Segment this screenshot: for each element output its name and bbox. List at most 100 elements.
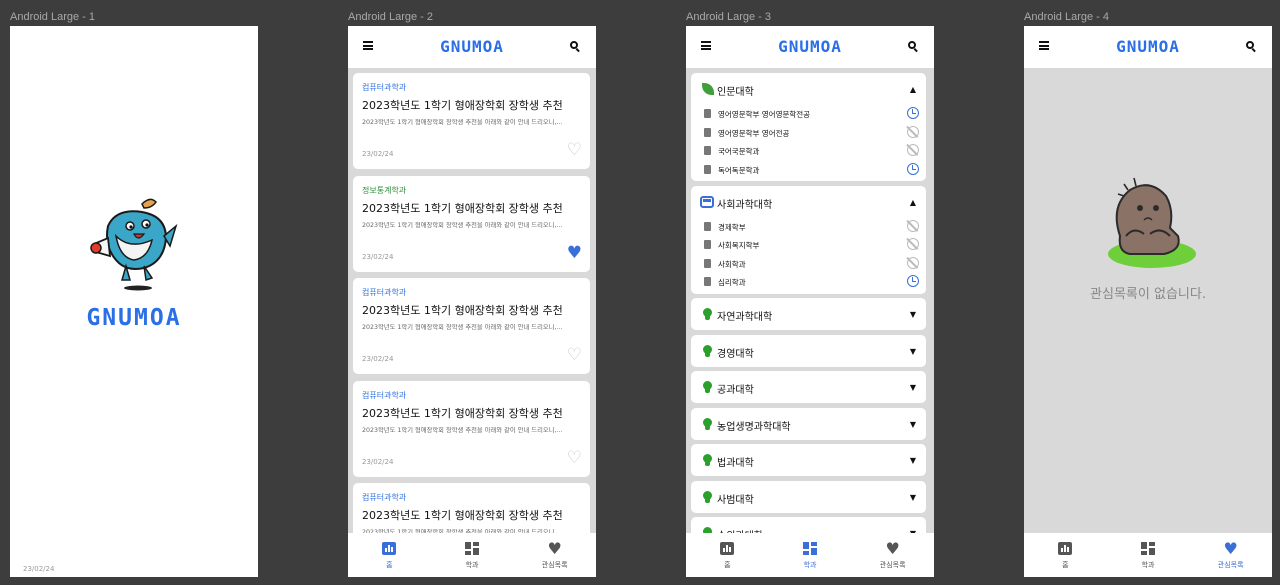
favorites-screen: GNUMOA 관심목록이 없습니다. 홈 학과 ♥ 관심목록 [1024,26,1272,577]
college-header[interactable]: 사범대학 ▼ [691,481,926,513]
heart-icon[interactable]: ♡ [567,142,582,159]
tab-favorites[interactable]: ♥ 관심목록 [1189,533,1272,577]
tab-home[interactable]: 홈 [1024,533,1107,577]
college-item[interactable]: 사회과학대학 ▲ 경제학부사회복지학부사회학과심리학과 [691,185,926,294]
college-item[interactable]: 수의과대학▼ [691,517,926,533]
department-item[interactable]: 사회복지학부 [691,236,926,255]
notice-card[interactable]: 정보통계학과 2023학년도 1학기 형애장학회 장학생 추천 2023학년도 1학… [353,175,590,272]
tab-dept-label: 학과 [1141,561,1155,569]
department-name: 국어국문학과 [718,147,760,156]
heart-icon[interactable]: ♡ [567,449,582,467]
department-name: 사회복지학부 [718,241,760,250]
alarm-on-icon[interactable] [907,107,919,119]
splash-screen: GNUMOA 23/02/24 [10,26,258,577]
notice-date: 23/02/24 [362,355,394,363]
heart-icon[interactable]: ♥ [567,244,582,262]
alarm-off-icon[interactable] [907,144,919,156]
caret-down-icon[interactable]: ▼ [910,456,916,465]
college-name: 자연과학대학 [717,312,773,323]
search-icon[interactable] [908,41,918,53]
caret-down-icon[interactable]: ▼ [910,420,916,429]
college-header[interactable]: 자연과학대학 ▼ [691,298,926,330]
notice-card[interactable]: 컴퓨터과학과 2023학년도 1학기 형애장학회 장학생 추천 2023학년도 1학… [353,483,590,533]
notice-card[interactable]: 컴퓨터과학과 2023학년도 1학기 형애장학회 장학생 추천 2023학년도 1학… [353,380,590,477]
tab-home-label: 홈 [386,561,393,569]
caret-down-icon[interactable]: ▼ [910,347,916,356]
search-icon[interactable] [570,41,580,53]
alarm-on-icon[interactable] [907,162,919,175]
department-item[interactable]: 경제학부 [691,218,926,237]
college-header[interactable]: 공과대학 ▼ [691,371,926,403]
department-item[interactable]: 국어국문학과 [691,142,926,161]
tab-home-label: 홈 [724,561,731,569]
document-icon [704,258,711,268]
department-item[interactable]: 사회학과 [691,255,926,274]
bottom-tab-bar: 홈 학과 ♥ 관심목록 [348,533,596,577]
college-header[interactable]: 인문대학 ▲ [691,73,926,105]
bulb-icon [703,454,712,466]
bulb-icon [703,381,712,393]
search-icon[interactable] [1246,41,1256,53]
notice-title: 2023학년도 1학기 형애장학회 장학생 추천 [362,509,563,522]
tab-dept[interactable]: 학과 [769,533,852,577]
department-name: 영어영문학부 영어영문학전공 [718,110,811,119]
app-logo: GNUMOA [86,305,182,331]
notice-preview: 2023학년도 1학기 형애장학회 장학생 추천을 아래와 같이 안내 드리오니… [362,324,563,331]
college-item[interactable]: 사범대학 ▼ [691,480,926,513]
college-header[interactable]: 수의과대학▼ [691,517,926,533]
caret-down-icon[interactable]: ▼ [910,493,916,502]
notice-card[interactable]: 컴퓨터과학과 2023학년도 1학기 형애장학회 장학생 추천 2023학년도 1학… [353,73,590,169]
alarm-on-icon[interactable] [907,275,919,287]
college-item[interactable]: 법과대학 ▼ [691,444,926,476]
heart-icon: ♥ [547,539,562,558]
alarm-off-icon[interactable] [907,125,919,138]
college-header[interactable]: 경영대학 ▼ [691,335,926,367]
bus-icon [700,195,714,208]
department-item[interactable]: 심리학과 [691,273,926,292]
college-item[interactable]: 공과대학 ▼ [691,371,926,403]
tab-favorites-label: 관심목록 [879,561,906,569]
tab-favorites[interactable]: ♥ 관심목록 [513,533,596,577]
tab-home[interactable]: 홈 [686,533,769,577]
caret-down-icon[interactable]: ▼ [910,310,916,319]
notice-dept: 컴퓨터과학과 [362,390,407,400]
notice-card[interactable]: 컴퓨터과학과 2023학년도 1학기 형애장학회 장학생 추천 2023학년도 1학… [353,278,590,374]
alarm-off-icon[interactable] [907,256,919,269]
college-item[interactable]: 농업생명과학대학 ▼ [691,407,926,440]
college-name: 경영대학 [717,348,754,360]
college-item[interactable]: 인문대학 ▲ 영어영문학부 영어영문학전공영어영문학부 영어전공국어국문학과독어독문… [691,73,926,181]
frame-label-4: Android Large - 4 [1024,11,1109,23]
document-icon [704,127,711,137]
chart-icon [382,542,397,555]
alarm-off-icon[interactable] [907,219,919,232]
college-name: 공과대학 [717,385,754,396]
college-header[interactable]: 사회과학대학 ▲ [691,186,926,218]
heart-icon: ♥ [885,539,900,558]
empty-favorites-message: 관심목록이 없습니다. [1090,287,1206,302]
dashboard-icon [465,542,479,555]
college-item[interactable]: 경영대학 ▼ [691,334,926,367]
document-icon [704,221,711,231]
tab-dept[interactable]: 학과 [1107,533,1190,577]
tab-home[interactable]: 홈 [348,533,431,577]
college-list[interactable]: 인문대학 ▲ 영어영문학부 영어영문학전공영어영문학부 영어전공국어국문학과독어독문… [686,68,934,533]
college-header[interactable]: 농업생명과학대학 ▼ [691,408,926,440]
notice-feed[interactable]: 컴퓨터과학과 2023학년도 1학기 형애장학회 장학생 추천 2023학년도 1학… [348,68,596,533]
app-logo: GNUMOA [1116,37,1180,56]
alarm-off-icon[interactable] [907,238,919,250]
college-header[interactable]: 법과대학 ▼ [691,444,926,476]
caret-down-icon[interactable]: ▼ [910,383,916,392]
department-name: 심리학과 [718,278,746,287]
college-item[interactable]: 자연과학대학 ▼ [691,298,926,330]
department-item[interactable]: 독어독문학과 [691,161,926,180]
department-item[interactable]: 영어영문학부 영어영문학전공 [691,105,926,124]
department-item[interactable]: 영어영문학부 영어전공 [691,124,926,143]
heart-icon[interactable]: ♡ [567,347,582,364]
bottom-tab-bar: 홈 학과 ♥ 관심목록 [1024,533,1272,577]
app-logo: GNUMOA [440,37,504,56]
app-logo: GNUMOA [778,37,842,56]
caret-up-icon[interactable]: ▲ [910,85,916,94]
caret-up-icon[interactable]: ▲ [910,198,916,207]
tab-favorites[interactable]: ♥ 관심목록 [851,533,934,577]
tab-dept[interactable]: 학과 [431,533,514,577]
